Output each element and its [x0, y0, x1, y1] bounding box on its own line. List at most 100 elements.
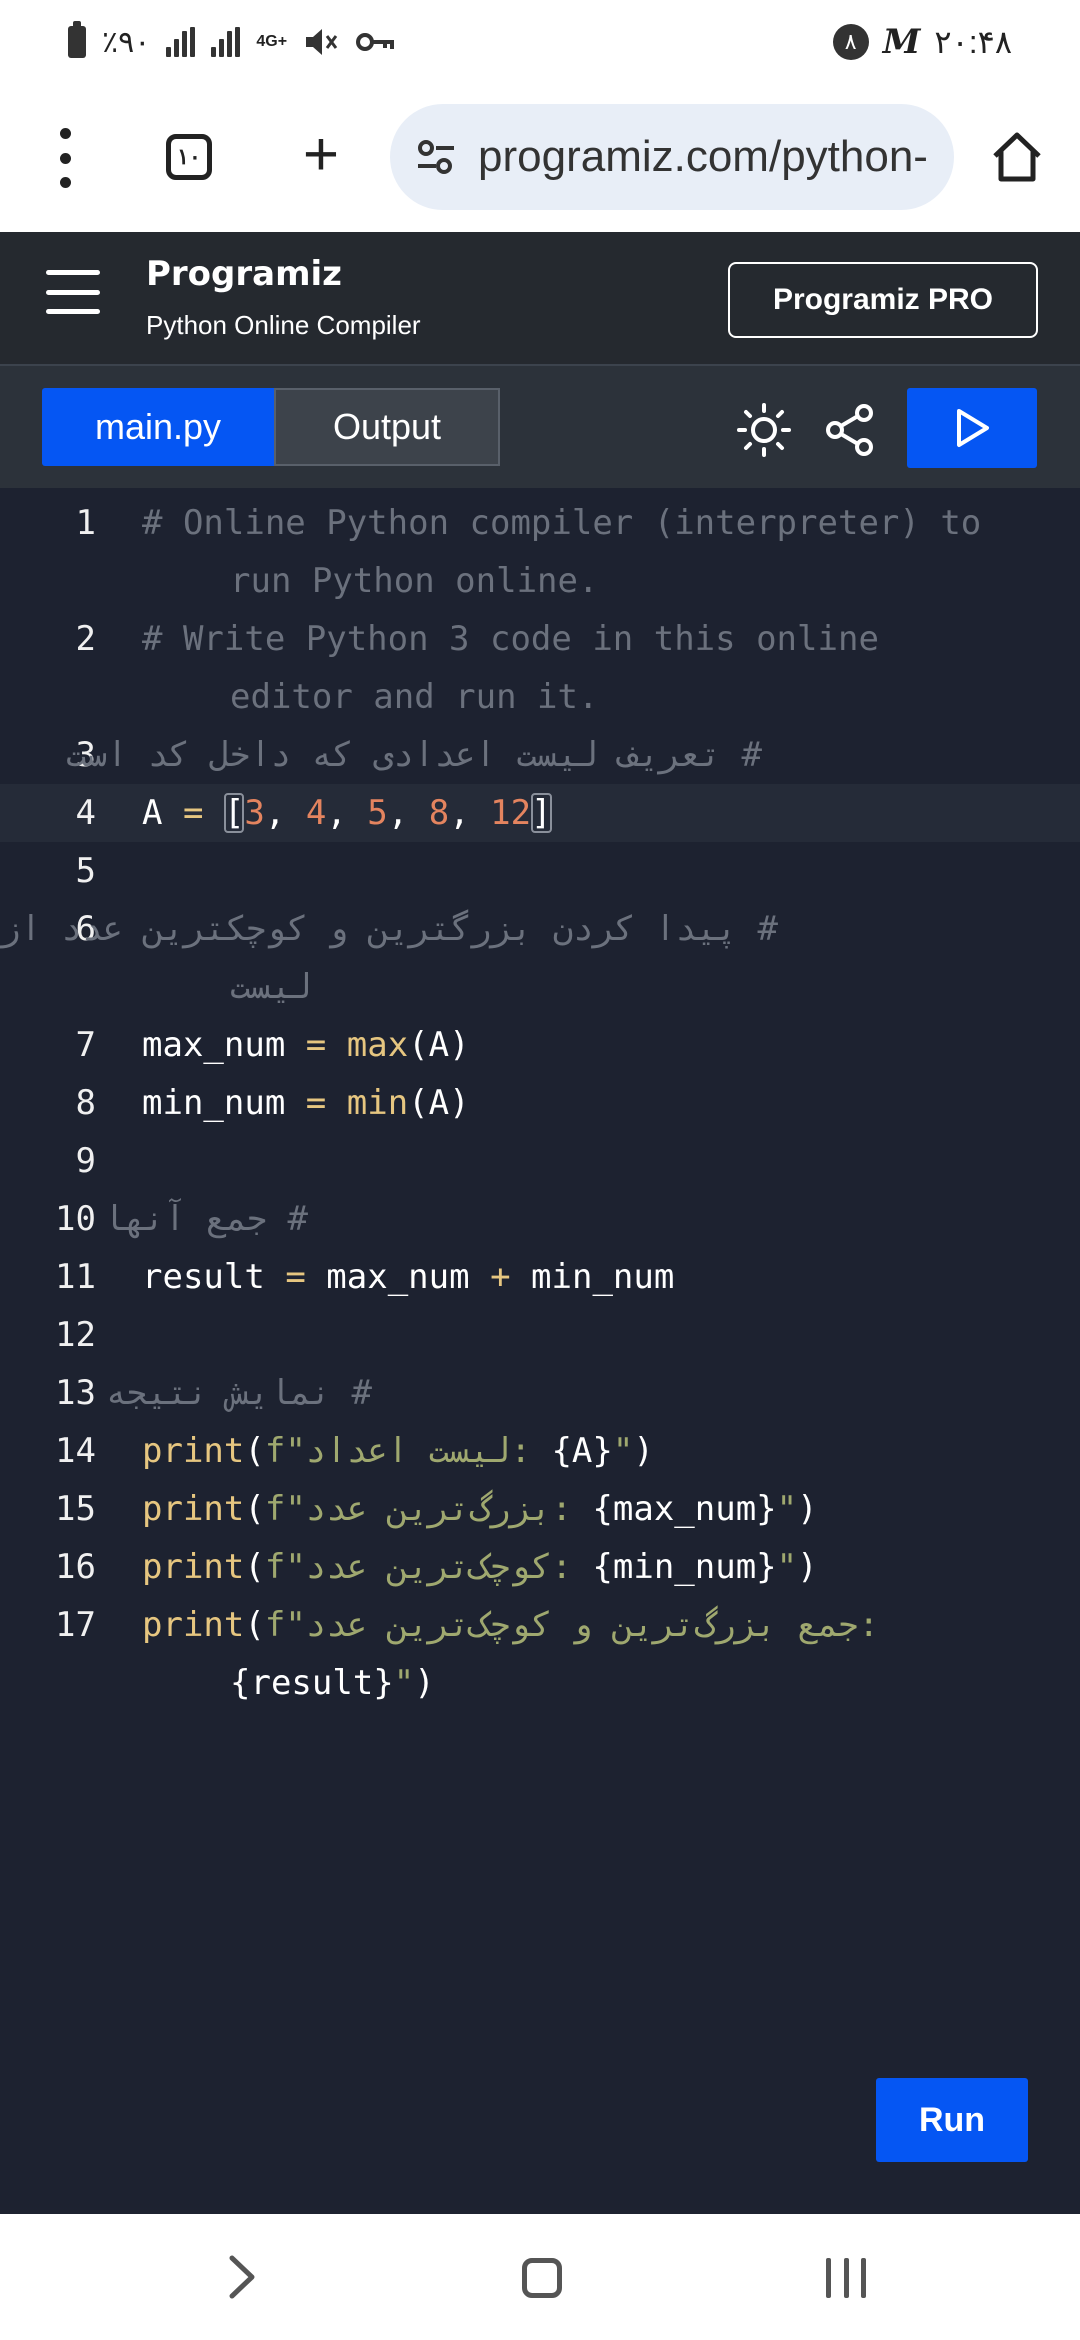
code-operator: + — [490, 1257, 511, 1297]
code-line: 17 print(f"جمع بزرگ‌ترین و کوچک‌ترین عدد… — [0, 1596, 1080, 1654]
tab-main-py[interactable]: main.py — [42, 388, 274, 466]
code-operator: = — [305, 1025, 327, 1065]
code-paren: ) — [797, 1489, 818, 1529]
line-number: 14 — [55, 1431, 96, 1471]
code-string: " — [776, 1489, 798, 1529]
code-operator: = — [305, 1083, 327, 1123]
code-line-wrap: editor and run it. — [0, 668, 1080, 726]
code-operator: = — [285, 1257, 306, 1297]
vpn-key-icon — [356, 33, 395, 51]
run-button[interactable]: Run — [876, 2078, 1028, 2162]
status-right: ۸ M ۲۰:۴۸ — [832, 20, 1012, 64]
recent-apps-icon[interactable] — [826, 2258, 866, 2298]
code-bracket: [ — [223, 793, 245, 833]
code-content: print(f"جمع بزرگ‌ترین و کوچک‌ترین عدد: — [142, 1596, 879, 1654]
line-number: 15 — [55, 1489, 96, 1529]
more-vert-icon[interactable] — [50, 128, 80, 188]
code-string: " — [393, 1663, 415, 1703]
home-icon[interactable] — [990, 130, 1044, 184]
code-line: 9 — [0, 1132, 1080, 1190]
code-line: 16 print(f"کوچک‌ترین عدد: {min_num}") — [0, 1538, 1080, 1596]
code-content: A = [3, 4, 5, 8, 12] — [142, 793, 552, 833]
code-line-wrap: run Python online. — [0, 552, 1080, 610]
code-comment: # نمایش نتیجه — [105, 1373, 372, 1413]
code-paren: ) — [633, 1431, 654, 1471]
system-nav-bar — [0, 2214, 1080, 2340]
line-number: 16 — [55, 1547, 96, 1587]
run-icon-button[interactable] — [907, 388, 1037, 468]
line-number: 2 — [75, 619, 96, 659]
code-line: 12 — [0, 1306, 1080, 1364]
code-string: f"جمع بزرگ‌ترین و کوچک‌ترین عدد: — [264, 1605, 879, 1645]
code-variable: max_num — [142, 1025, 286, 1065]
code-expression: {min_num} — [592, 1547, 777, 1587]
code-content: print(f"کوچک‌ترین عدد: {min_num}") — [142, 1538, 818, 1596]
code-comment: # جمع آنها — [103, 1199, 308, 1239]
share-icon[interactable] — [824, 402, 876, 458]
code-variable: max_num — [326, 1257, 470, 1297]
battery-text: ٪۹۰ — [102, 25, 151, 59]
code-variable: min_num — [142, 1083, 286, 1123]
code-function: print — [142, 1547, 245, 1587]
line-number: 10 — [55, 1199, 96, 1239]
code-line: 13 # نمایش نتیجه — [0, 1364, 1080, 1422]
code-paren: ) — [414, 1663, 435, 1703]
home-button-icon[interactable] — [522, 2258, 562, 2298]
code-comment: editor and run it. — [230, 677, 599, 717]
code-content: {result}") — [230, 1654, 435, 1712]
code-operator: = — [182, 793, 204, 833]
line-number: 12 — [55, 1315, 96, 1355]
status-bar: ٪۹۰ 4G+ ۸ M ۲۰:۴۸ — [0, 0, 1080, 84]
code-arguments: (A) — [408, 1025, 470, 1065]
code-line-wrap: لیست — [0, 958, 1080, 1016]
code-arguments: (A) — [408, 1083, 470, 1123]
code-function: print — [142, 1489, 245, 1529]
code-variable: A — [142, 793, 163, 833]
sun-icon[interactable] — [736, 402, 792, 458]
tab-output[interactable]: Output — [274, 388, 500, 466]
code-line: 8 min_num = min(A) — [0, 1074, 1080, 1132]
code-number: 5 — [367, 793, 388, 833]
code-line: 11 result = max_num + min_num — [0, 1248, 1080, 1306]
plus-icon[interactable]: + — [296, 124, 346, 186]
programiz-logo[interactable]: Programiz — [146, 254, 342, 294]
code-number: 12 — [490, 793, 532, 833]
battery-icon — [68, 21, 86, 58]
editor-toolbar: main.py Output — [0, 364, 1080, 488]
code-line: 7 max_num = max(A) — [0, 1016, 1080, 1074]
network-type: 4G+ — [256, 33, 288, 50]
code-function: print — [142, 1605, 245, 1645]
code-line: 3 # تعریف لیست اعدادی که داخل کد است — [0, 726, 1080, 784]
line-number: 11 — [55, 1257, 96, 1297]
url-text: programiz.com/python- — [478, 132, 928, 181]
code-content: max_num = max(A) — [142, 1016, 470, 1074]
code-number: 8 — [428, 793, 450, 833]
code-line: 6 # پیدا کردن بزرگترین و کوچکترین عدد از — [0, 900, 1080, 958]
programiz-pro-button[interactable]: Programiz PRO — [728, 262, 1038, 338]
status-time: ۲۰:۴۸ — [934, 24, 1012, 60]
play-icon — [957, 409, 989, 447]
code-line-wrap: {result}") — [0, 1654, 1080, 1712]
signal-icon — [166, 27, 196, 57]
code-expression: {A} — [551, 1431, 613, 1471]
line-number: 5 — [75, 851, 96, 891]
code-comment: لیست — [230, 967, 312, 1007]
code-line: 1 # Online Python compiler (interpreter)… — [0, 494, 1080, 552]
code-string: f"لیست اعداد: — [264, 1431, 552, 1471]
hamburger-icon[interactable] — [46, 270, 100, 314]
code-variable: result — [142, 1257, 265, 1297]
back-chevron-icon[interactable] — [222, 2252, 262, 2302]
signal-icon — [211, 27, 241, 57]
code-line: 15 print(f"بزرگ‌ترین عدد: {max_num}") — [0, 1480, 1080, 1538]
code-number: 3 — [244, 793, 265, 833]
tune-icon[interactable] — [414, 135, 458, 179]
tab-switcher-icon[interactable]: ۱۰ — [166, 134, 212, 180]
code-comment: # پیدا کردن بزرگترین و کوچکترین عدد از — [0, 909, 778, 949]
code-string: f"کوچک‌ترین عدد: — [264, 1547, 593, 1587]
code-paren: ) — [797, 1547, 818, 1587]
code-string: f"بزرگ‌ترین عدد: — [264, 1489, 593, 1529]
code-editor[interactable]: 1 # Online Python compiler (interpreter)… — [0, 488, 1080, 2214]
code-comment: # Online Python compiler (interpreter) t… — [142, 503, 982, 543]
code-number: 4 — [305, 793, 327, 833]
address-bar[interactable]: programiz.com/python- — [390, 104, 954, 210]
